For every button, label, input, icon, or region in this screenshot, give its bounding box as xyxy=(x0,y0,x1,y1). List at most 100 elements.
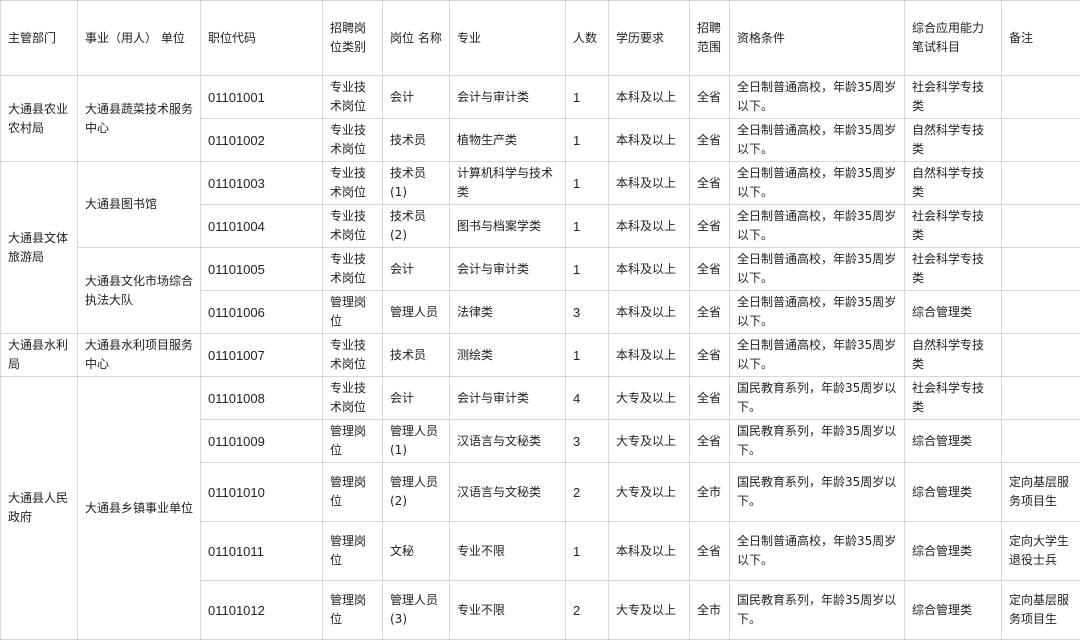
code-cell: 01101011 xyxy=(200,521,323,581)
qualification-cell: 国民教育系列，年龄35周岁以下。 xyxy=(729,376,905,420)
education-cell: 本科及以上 xyxy=(608,118,690,162)
post-type-cell: 管理岗位 xyxy=(322,462,383,522)
qualification-cell: 全日制普通高校，年龄35周岁以下。 xyxy=(729,521,905,581)
exam-cell: 自然科学专技类 xyxy=(904,118,1002,162)
education-cell: 本科及以上 xyxy=(608,247,690,291)
code-cell: 01101006 xyxy=(200,290,323,334)
post-name-cell: 会计 xyxy=(382,376,450,420)
major-cell: 测绘类 xyxy=(449,333,566,377)
major-cell: 图书与档案学类 xyxy=(449,204,566,248)
qualification-cell: 全日制普通高校，年龄35周岁以下。 xyxy=(729,118,905,162)
exam-cell: 综合管理类 xyxy=(904,419,1002,463)
scope-cell: 全省 xyxy=(689,118,730,162)
unit-cell: 大通县乡镇事业单位 xyxy=(77,376,201,640)
dept-cell: 大通县农业农村局 xyxy=(0,75,78,162)
unit-cell: 大通县水利项目服务中心 xyxy=(77,333,201,377)
scope-cell: 全省 xyxy=(689,333,730,377)
post-type-cell: 专业技术岗位 xyxy=(322,75,383,119)
post-name-cell: 会计 xyxy=(382,75,450,119)
header-count: 人数 xyxy=(565,0,609,76)
major-cell: 会计与审计类 xyxy=(449,75,566,119)
code-cell: 01101001 xyxy=(200,75,323,119)
post-type-cell: 管理岗位 xyxy=(322,521,383,581)
header-post-name: 岗位 名称 xyxy=(382,0,450,76)
education-cell: 大专及以上 xyxy=(608,462,690,522)
scope-cell: 全省 xyxy=(689,75,730,119)
major-cell: 法律类 xyxy=(449,290,566,334)
count-cell: 1 xyxy=(565,204,609,248)
remark-cell xyxy=(1001,376,1080,420)
scope-cell: 全省 xyxy=(689,376,730,420)
qualification-cell: 国民教育系列，年龄35周岁以下。 xyxy=(729,462,905,522)
education-cell: 大专及以上 xyxy=(608,376,690,420)
scope-cell: 全省 xyxy=(689,161,730,205)
table-row: 大通县水利局 大通县水利项目服务中心 01101007 专业技术岗位 技术员 测… xyxy=(0,333,1080,377)
education-cell: 本科及以上 xyxy=(608,75,690,119)
post-type-cell: 专业技术岗位 xyxy=(322,161,383,205)
exam-cell: 自然科学专技类 xyxy=(904,161,1002,205)
count-cell: 3 xyxy=(565,290,609,334)
qualification-cell: 全日制普通高校，年龄35周岁以下。 xyxy=(729,290,905,334)
post-type-cell: 管理岗位 xyxy=(322,419,383,463)
remark-cell xyxy=(1001,75,1080,119)
remark-cell xyxy=(1001,247,1080,291)
header-unit: 事业（用人） 单位 xyxy=(77,0,201,76)
count-cell: 2 xyxy=(565,462,609,522)
code-cell: 01101004 xyxy=(200,204,323,248)
scope-cell: 全市 xyxy=(689,462,730,522)
qualification-cell: 全日制普通高校，年龄35周岁以下。 xyxy=(729,204,905,248)
dept-cell: 大通县文体旅游局 xyxy=(0,161,78,334)
remark-cell: 定向基层服务项目生 xyxy=(1001,580,1080,640)
remark-cell xyxy=(1001,118,1080,162)
qualification-cell: 全日制普通高校，年龄35周岁以下。 xyxy=(729,247,905,291)
header-remark: 备注 xyxy=(1001,0,1080,76)
count-cell: 4 xyxy=(565,376,609,420)
unit-cell: 大通县图书馆 xyxy=(77,161,201,248)
count-cell: 1 xyxy=(565,247,609,291)
code-cell: 01101005 xyxy=(200,247,323,291)
exam-cell: 综合管理类 xyxy=(904,462,1002,522)
qualification-cell: 国民教育系列，年龄35周岁以下。 xyxy=(729,419,905,463)
count-cell: 3 xyxy=(565,419,609,463)
header-education: 学历要求 xyxy=(608,0,690,76)
major-cell: 专业不限 xyxy=(449,580,566,640)
remark-cell xyxy=(1001,333,1080,377)
major-cell: 会计与审计类 xyxy=(449,376,566,420)
exam-cell: 社会科学专技类 xyxy=(904,247,1002,291)
count-cell: 1 xyxy=(565,333,609,377)
scope-cell: 全省 xyxy=(689,204,730,248)
code-cell: 01101002 xyxy=(200,118,323,162)
count-cell: 1 xyxy=(565,118,609,162)
major-cell: 会计与审计类 xyxy=(449,247,566,291)
table-row: 大通县人民政府 大通县乡镇事业单位 01101008 专业技术岗位 会计 会计与… xyxy=(0,376,1080,640)
code-cell: 01101008 xyxy=(200,376,323,420)
qualification-cell: 全日制普通高校，年龄35周岁以下。 xyxy=(729,333,905,377)
remark-cell xyxy=(1001,419,1080,463)
exam-cell: 社会科学专技类 xyxy=(904,75,1002,119)
unit-cell: 大通县文化市场综合执法大队 xyxy=(77,247,201,334)
recruitment-table: 主管部门 事业（用人） 单位 职位代码 招聘岗位类别 岗位 名称 专业 人数 学… xyxy=(0,0,1080,640)
header-post-type: 招聘岗位类别 xyxy=(322,0,383,76)
post-name-cell: 技术员 xyxy=(382,333,450,377)
count-cell: 1 xyxy=(565,161,609,205)
header-major: 专业 xyxy=(449,0,566,76)
count-cell: 1 xyxy=(565,521,609,581)
education-cell: 本科及以上 xyxy=(608,161,690,205)
scope-cell: 全省 xyxy=(689,290,730,334)
code-cell: 01101012 xyxy=(200,580,323,640)
education-cell: 本科及以上 xyxy=(608,290,690,334)
count-cell: 1 xyxy=(565,75,609,119)
exam-cell: 社会科学专技类 xyxy=(904,204,1002,248)
unit-cell: 大通县蔬菜技术服务中心 xyxy=(77,75,201,162)
code-cell: 01101009 xyxy=(200,419,323,463)
major-cell: 汉语言与文秘类 xyxy=(449,419,566,463)
exam-cell: 社会科学专技类 xyxy=(904,376,1002,420)
remark-cell: 定向基层服务项目生 xyxy=(1001,462,1080,522)
post-type-cell: 管理岗位 xyxy=(322,580,383,640)
count-cell: 2 xyxy=(565,580,609,640)
exam-cell: 综合管理类 xyxy=(904,290,1002,334)
post-type-cell: 专业技术岗位 xyxy=(322,376,383,420)
dept-cell: 大通县人民政府 xyxy=(0,376,78,640)
scope-cell: 全省 xyxy=(689,247,730,291)
scope-cell: 全市 xyxy=(689,580,730,640)
